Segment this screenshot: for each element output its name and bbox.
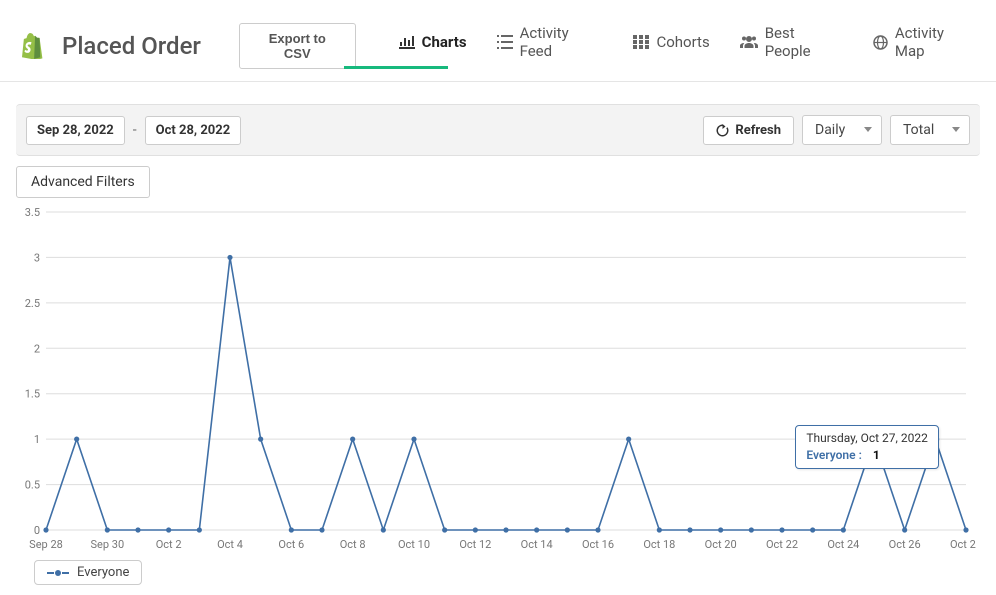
tooltip-date: Thursday, Oct 27, 2022	[806, 430, 927, 447]
tabs: Charts Activity Feed Cohorts Best People…	[399, 10, 976, 81]
advanced-filters-button[interactable]: Advanced Filters	[16, 166, 150, 198]
svg-text:Oct 4: Oct 4	[217, 538, 243, 551]
people-icon	[740, 35, 758, 49]
tab-label: Best People	[765, 24, 843, 60]
line-chart: 0 0.5 1 1.5 2 2.5 3 3.5 Sep 28 Sep 30 Oct 2 Oct 4 Oc…	[16, 204, 976, 552]
svg-text:0: 0	[34, 524, 40, 537]
svg-text:Oct 12: Oct 12	[459, 538, 491, 551]
svg-text:Oct 14: Oct 14	[521, 538, 553, 551]
legend-series-label: Everyone	[77, 565, 129, 580]
svg-text:1.5: 1.5	[25, 388, 40, 401]
header: Placed Order Export to CSV Charts Activi…	[0, 0, 996, 82]
tab-charts[interactable]: Charts	[399, 19, 467, 72]
date-range-separator: -	[131, 122, 139, 138]
svg-text:2: 2	[34, 342, 40, 355]
svg-text:3: 3	[34, 251, 40, 264]
chart-area: 0 0.5 1 1.5 2 2.5 3 3.5 Sep 28 Sep 30 Oct 2 Oct 4 Oc…	[16, 204, 980, 585]
svg-text:Oct 6: Oct 6	[278, 538, 304, 551]
controls-bar: Sep 28, 2022 - Oct 28, 2022 Refresh Dail…	[16, 104, 980, 156]
tab-label: Cohorts	[656, 33, 709, 51]
svg-text:3.5: 3.5	[25, 206, 40, 219]
svg-text:0.5: 0.5	[25, 479, 40, 492]
svg-text:Oct 2: Oct 2	[156, 538, 182, 551]
svg-text:Oct 8: Oct 8	[340, 538, 366, 551]
charts-icon	[399, 35, 415, 49]
chart-tooltip: Thursday, Oct 27, 2022 Everyone : 1	[795, 425, 938, 469]
svg-text:1: 1	[34, 433, 40, 446]
page-title: Placed Order	[62, 32, 201, 60]
svg-text:Oct 10: Oct 10	[398, 538, 430, 551]
legend[interactable]: Everyone	[34, 560, 142, 585]
active-tab-underline	[344, 66, 448, 69]
tooltip-series: Everyone :	[806, 448, 862, 462]
aggregation-select[interactable]: Total	[890, 115, 970, 145]
globe-icon	[873, 35, 888, 50]
svg-text:Oct 28: Oct 28	[950, 538, 976, 551]
tab-label: Charts	[422, 33, 467, 51]
tab-cohorts[interactable]: Cohorts	[633, 19, 709, 72]
svg-text:Sep 30: Sep 30	[91, 538, 125, 551]
date-start-input[interactable]: Sep 28, 2022	[26, 116, 125, 145]
svg-text:Sep 28: Sep 28	[29, 538, 63, 551]
tab-label: Activity Map	[895, 24, 976, 60]
tooltip-value: 1	[873, 448, 880, 462]
tab-best-people[interactable]: Best People	[740, 10, 843, 81]
svg-text:Oct 16: Oct 16	[582, 538, 614, 551]
shopify-logo-icon	[20, 33, 44, 59]
tab-activity-map[interactable]: Activity Map	[873, 10, 976, 81]
granularity-select[interactable]: Daily	[802, 115, 882, 145]
legend-swatch-icon	[47, 570, 69, 576]
svg-text:Oct 26: Oct 26	[889, 538, 921, 551]
export-csv-button[interactable]: Export to CSV	[239, 23, 356, 69]
svg-text:Oct 24: Oct 24	[827, 538, 859, 551]
tab-activity-feed[interactable]: Activity Feed	[497, 10, 604, 81]
tab-label: Activity Feed	[520, 24, 604, 60]
grid-icon	[633, 35, 649, 49]
refresh-button[interactable]: Refresh	[703, 116, 794, 145]
date-end-input[interactable]: Oct 28, 2022	[145, 116, 242, 145]
svg-text:2.5: 2.5	[25, 297, 40, 310]
svg-text:Oct 18: Oct 18	[643, 538, 675, 551]
svg-text:Oct 20: Oct 20	[705, 538, 737, 551]
list-icon	[497, 35, 513, 49]
refresh-label: Refresh	[735, 123, 781, 138]
refresh-icon	[716, 124, 729, 137]
svg-text:Oct 22: Oct 22	[766, 538, 798, 551]
